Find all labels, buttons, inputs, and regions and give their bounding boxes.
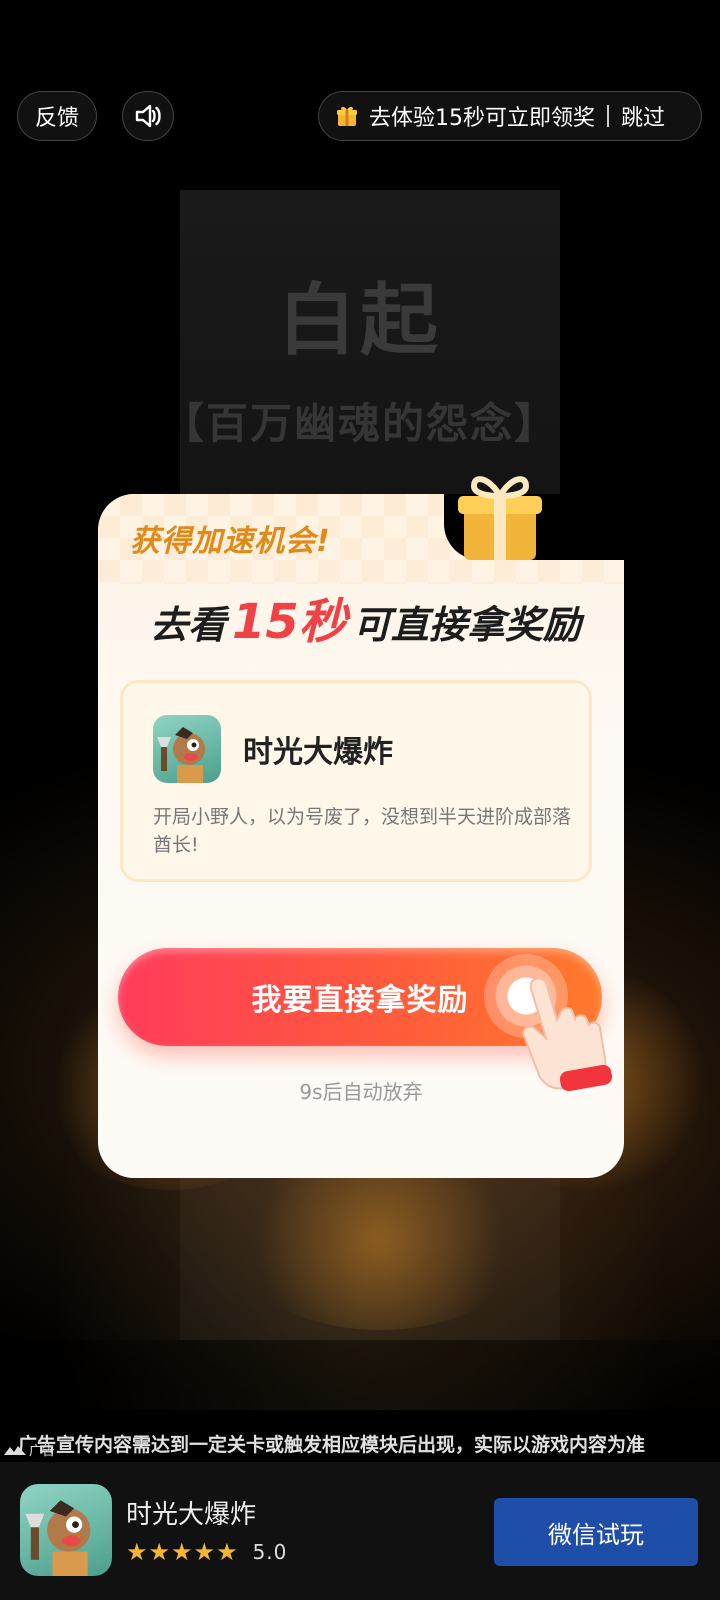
claim-reward-label: 我要直接拿奖励 (251, 983, 469, 1018)
pill-divider (607, 105, 609, 127)
feedback-label: 反馈 (34, 106, 79, 131)
rating-stars: ★★★★★ 5.0 (126, 1538, 287, 1566)
star-icons: ★★★★★ (126, 1538, 239, 1566)
headline-seconds: 15秒 (232, 582, 347, 652)
ad-tag: 广告 (4, 1440, 55, 1459)
bottom-app-name: 时光大爆炸 (126, 1500, 257, 1530)
wechat-trial-button[interactable]: 微信试玩 (494, 1498, 698, 1566)
background-title: 白起 (277, 276, 442, 366)
ad-label: 广告 (29, 1444, 56, 1459)
auto-dismiss-countdown: 9s后自动放弃 (299, 1080, 423, 1104)
bottom-app-bar: 时光大爆炸 ★★★★★ 5.0 微信试玩 (0, 1462, 720, 1600)
dialog-headline: 去看 15秒 可直接拿奖励 (150, 582, 581, 652)
reward-text: 去体验15秒可立即领奖 (369, 106, 595, 131)
ad-disclaimer: 广告宣传内容需达到一定关卡或触发相应模块后出现，实际以游戏内容为准 (18, 1434, 646, 1456)
ad-logo-icon (4, 1445, 26, 1455)
skip-button[interactable]: 跳过 (621, 100, 665, 132)
bottom-app-icon[interactable] (20, 1484, 112, 1576)
reward-dialog: 获得加速机会! 去看 15秒 可直接拿奖励 时光大爆炸 开局小野人，以为号废了，… (98, 476, 624, 1178)
headline-prefix: 去看 (150, 603, 227, 647)
dialog-headline-top: 获得加速机会! (130, 524, 331, 559)
sound-toggle-button[interactable] (122, 91, 174, 141)
gift-icon (337, 106, 357, 126)
speaker-icon (135, 104, 161, 128)
background-subtitle: 【百万幽魂的怨念】 (161, 399, 558, 448)
app-name: 时光大爆炸 (243, 735, 393, 770)
headline-suffix: 可直接拿奖励 (352, 603, 581, 647)
pointing-hand-icon (522, 977, 613, 1092)
gift-box-icon (458, 476, 542, 560)
reward-skip-pill[interactable]: 去体验15秒可立即领奖 跳过 (318, 91, 702, 141)
app-card[interactable]: 时光大爆炸 开局小野人，以为号废了，没想到半天进阶成部落酋长! (120, 680, 592, 882)
feedback-button[interactable]: 反馈 (17, 91, 97, 141)
wechat-trial-label: 微信试玩 (548, 1520, 644, 1549)
app-description: 开局小野人，以为号废了，没想到半天进阶成部落酋长! (153, 806, 572, 856)
rating-value: 5.0 (252, 1540, 288, 1564)
app-icon (153, 715, 221, 783)
